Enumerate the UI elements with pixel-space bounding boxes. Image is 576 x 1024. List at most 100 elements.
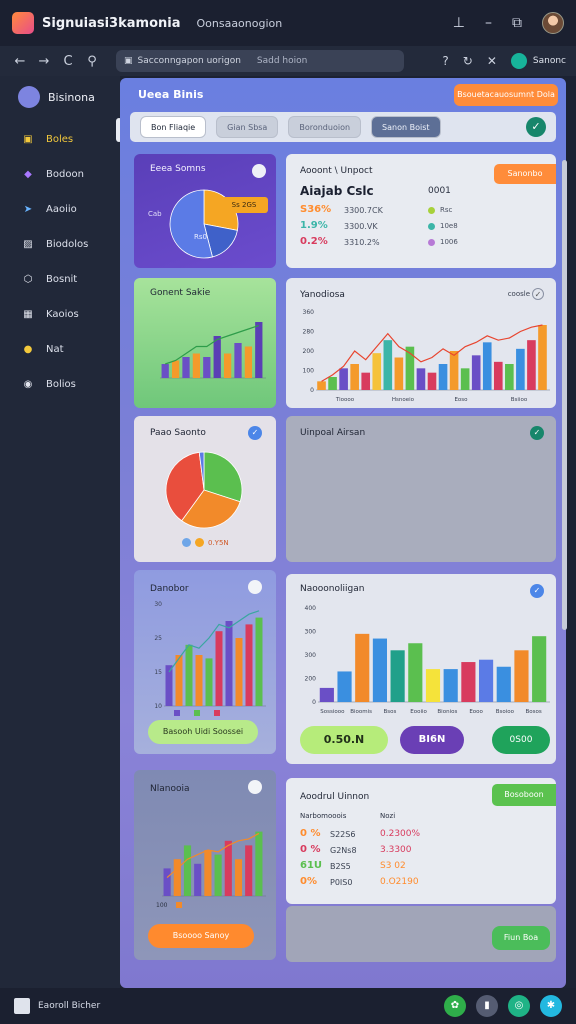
bar3-card[interactable]: Danobor 30 25 15 10 Basooh Uidi Soossei [134,570,276,754]
green-chart-card[interactable]: Gonent Sakie [134,278,276,408]
empty-card-check-icon[interactable]: ✓ [530,426,544,440]
sidebar-item-label: Biodolos [46,239,89,250]
orange-button[interactable]: Bsoooo Sanoy [148,924,254,948]
bar-line-card[interactable]: Yanodiosa coosle ✓ 360 280 200 100 0 Tioooo Hs… [286,278,556,408]
stat-legend-dot [428,207,435,214]
sidebar-item-8[interactable]: ◉ Bolios [0,367,120,402]
bar [245,845,253,896]
bar [350,364,359,390]
y-tick-label: 400 [305,605,317,612]
y-tick-label: 25 [154,635,162,642]
scrollbar[interactable] [562,160,567,630]
extension-button[interactable]: Sanonc [510,53,566,69]
bar [255,617,263,706]
bar5-card[interactable]: Nlanooia 100 Bsoooo Sanoy [134,770,276,960]
gear-icon[interactable]: ✱ [540,995,562,1017]
bar-chart-4: 400 300 300 200 0 Sossiooo Bioomis Bsos Eooiio Bi… [305,605,550,714]
page-title: Ueea Binis [138,88,204,101]
confirm-check-icon[interactable]: ✓ [526,117,546,137]
help-icon[interactable]: ? [442,54,448,68]
sidebar-item-label: Nat [46,344,64,355]
search-icon[interactable]: ⚲ [82,54,102,69]
x-tick-label: Bsiioo [511,397,528,402]
bar [505,364,514,390]
bar [161,364,169,378]
bar [171,360,180,378]
green-value-pill[interactable]: 0.50.N [300,726,388,754]
forward-icon[interactable]: → [34,54,54,69]
bar [471,355,481,390]
stat-badge[interactable]: Sanonbo [494,164,556,184]
sync-icon[interactable]: ↻ [463,54,473,68]
pin-icon[interactable]: ⊥ [453,15,465,31]
light-green-button[interactable]: Basooh Uidi Soossei [148,720,258,744]
url-secondary-text: Sadd hoion [256,56,308,66]
sidebar-item-label: Bodoon [46,169,84,180]
bar3-toggle-icon[interactable] [248,580,262,594]
bar5-toggle-icon[interactable] [248,780,262,794]
settings-icon[interactable]: ◎ [508,995,530,1017]
y-tick-label: 15 [154,669,162,676]
sidebar-brand[interactable]: Bisinona [0,84,120,110]
tab-4[interactable]: Sanon Boist [371,116,441,138]
bar5-legend [176,902,182,908]
chat-icon: ◉ [23,378,33,390]
sidebar-item-label: Boles [46,134,74,145]
stat-card[interactable]: Aooont \ Unpoct Sanonbo Aiajab Cslc 0001… [286,154,556,268]
maximize-icon[interactable]: ⧉ [512,15,522,31]
lock-icon: ▣ [124,56,133,66]
bar [496,666,511,702]
sidebar-item-5[interactable]: ⬡ Bosnit [0,262,120,297]
green-value-pill-2[interactable]: 0S00 [492,726,550,754]
leaf-icon[interactable]: ✿ [444,995,466,1017]
top-cta-button[interactable]: Bsouetacauosumnt Dola [454,84,558,106]
stat-pct: S36% [300,204,332,215]
y-tick-label: 200 [305,676,317,683]
sidebar-item-2[interactable]: ◆ Bodoon [0,157,120,192]
pie2-check-icon[interactable]: ✓ [248,426,262,440]
bar-chart-1 [160,322,266,379]
report-value-a: P0IS0 [330,878,353,887]
sidebar-item-7[interactable]: ● Nat [0,332,120,367]
bar4-card[interactable]: Naooonoliigan ✓ 400 300 300 200 0 Sossiooo Bio… [286,574,556,764]
y-tick-label: 200 [303,348,315,355]
sidebar-item-3[interactable]: ➤ Aaoiio [0,192,120,227]
tab-1[interactable]: Bon Fliaqie [140,116,207,138]
report-value-b: 3.3300 [380,845,412,855]
bar [234,859,243,896]
y-tick-label: 300 [305,652,317,659]
tab-2[interactable]: Gian Sbsa [216,116,279,138]
y-tick-label: 360 [303,309,315,316]
bar4-check-icon[interactable]: ✓ [530,584,544,598]
document-icon[interactable] [14,998,30,1014]
sidebar-item-6[interactable]: ▦ Kaoios [0,297,120,332]
url-input[interactable]: ▣ Sacconngapon uorigon Sadd hoion [116,50,404,72]
trash-icon[interactable]: ▮ [476,995,498,1017]
report-pct: 0 % [300,828,321,839]
sidebar-item-1[interactable]: ▣ Boles [0,122,120,157]
report-card[interactable]: Aoodrul Uinnon Bosoboon Narbomooois Nozi… [286,778,556,904]
pie-card-title: Eeea Somns [150,164,206,174]
pie-card[interactable]: Eeea Somns Ss 2GS Cab Rs0 [134,154,276,268]
avatar[interactable] [542,12,564,34]
minimize-icon[interactable]: – [485,15,492,31]
shield-icon: ⬡ [23,273,33,285]
sidebar-item-label: Bolios [46,379,76,390]
pie-card-toggle-icon[interactable] [252,164,266,178]
empty-card[interactable]: Uinpoal Airsan ✓ [286,416,556,562]
sidebar-item-4[interactable]: ▨ Biodolos [0,227,120,262]
purple-value-pill[interactable]: BI6N [400,726,464,754]
report-value-a: G2Ns8 [330,846,357,855]
bottom-green-button[interactable]: Fiun Boa [492,926,550,950]
bar-line-check-icon[interactable]: ✓ [532,288,544,300]
bar [372,638,387,702]
bar [532,636,547,702]
tools-icon[interactable]: ✕ [487,54,497,68]
tab-3[interactable]: Boronduoion [288,116,362,138]
report-badge[interactable]: Bosoboon [492,784,556,806]
back-icon[interactable]: ← [10,54,30,69]
pie2-card[interactable]: Paao Saonto ✓ 0.Y5N [134,416,276,562]
bar [361,372,371,390]
reload-icon[interactable]: C [58,54,78,69]
bar-line-card-title: Yanodiosa [300,290,345,300]
